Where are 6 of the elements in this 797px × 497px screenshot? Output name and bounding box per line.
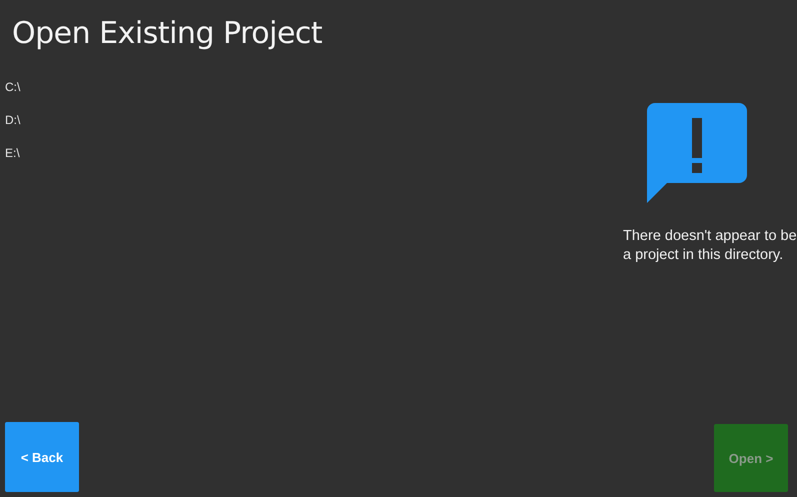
drive-item[interactable]: E:\ <box>5 146 20 161</box>
drive-item[interactable]: C:\ <box>5 80 20 95</box>
message-text: There doesn't appear to be a project in this directory. <box>623 227 797 265</box>
drive-item[interactable]: D:\ <box>5 113 20 128</box>
page-title: Open Existing Project <box>12 15 324 53</box>
alert-message-icon <box>647 103 747 203</box>
